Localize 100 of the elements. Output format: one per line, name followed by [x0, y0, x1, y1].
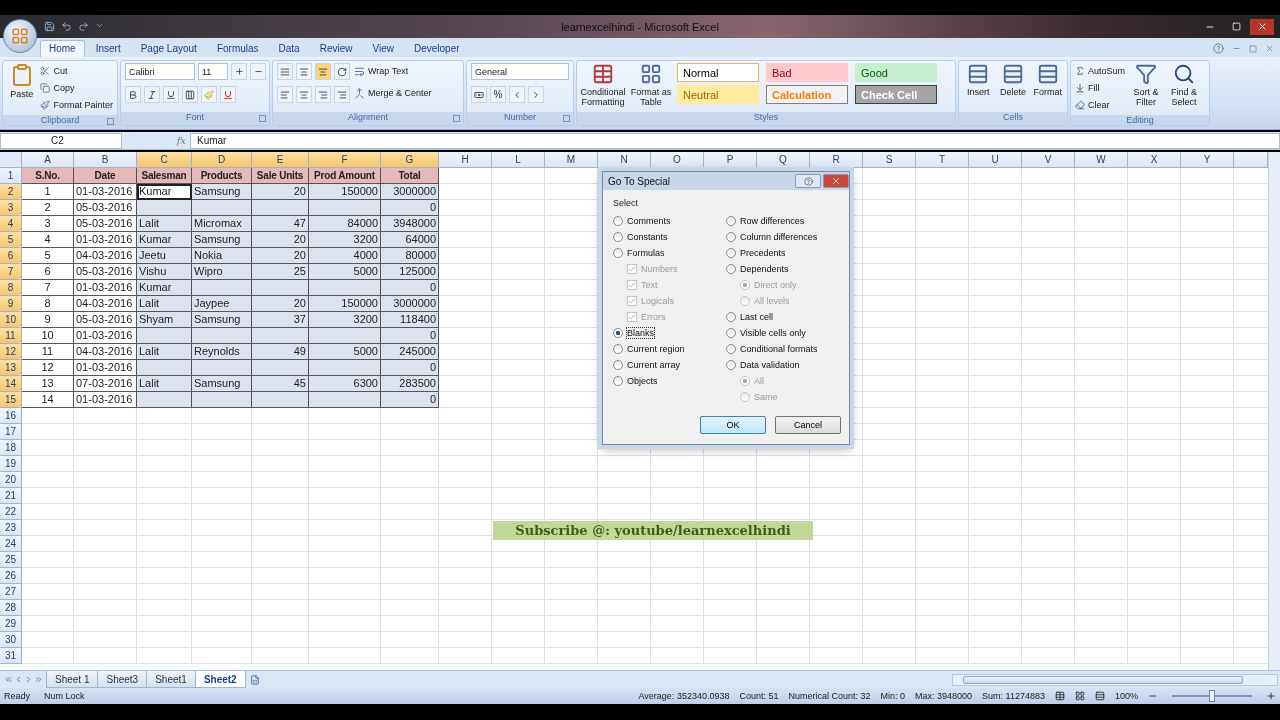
cell-style[interactable]: Bad: [766, 63, 848, 82]
row-header[interactable]: 18: [0, 440, 22, 456]
formula-field[interactable]: Kumar: [190, 132, 1280, 149]
row-header[interactable]: 3: [0, 200, 22, 216]
column-header[interactable]: C: [137, 152, 192, 168]
row-header[interactable]: 24: [0, 536, 22, 552]
column-header[interactable]: T: [916, 152, 969, 168]
dialog-launcher-icon[interactable]: [453, 115, 460, 122]
clipboard-button[interactable]: Cut: [53, 66, 68, 76]
row-header[interactable]: 6: [0, 248, 22, 264]
row-header[interactable]: 26: [0, 568, 22, 584]
cells-button[interactable]: Format: [1033, 87, 1062, 97]
number-format-field[interactable]: General: [471, 63, 569, 80]
search-icon[interactable]: [1173, 63, 1196, 85]
radio-button[interactable]: [726, 216, 736, 226]
column-header[interactable]: E: [252, 152, 309, 168]
help-icon[interactable]: [1213, 43, 1224, 54]
column-header[interactable]: [1234, 152, 1268, 168]
cell-style[interactable]: Neutral: [677, 85, 759, 104]
column-header[interactable]: U: [969, 152, 1022, 168]
last-sheet-icon[interactable]: [34, 675, 43, 684]
column-header[interactable]: Y: [1181, 152, 1234, 168]
customize-icon[interactable]: [95, 21, 104, 30]
column-header[interactable]: V: [1022, 152, 1075, 168]
insert-sheet-icon[interactable]: [249, 674, 260, 685]
row-header[interactable]: 16: [0, 408, 22, 424]
rows-icon[interactable]: [1002, 63, 1024, 85]
radio-button[interactable]: [726, 344, 736, 354]
italic-button[interactable]: [144, 86, 160, 103]
column-header[interactable]: B: [74, 152, 137, 168]
cells-button[interactable]: Insert: [967, 87, 990, 97]
column-header[interactable]: O: [651, 152, 704, 168]
column-header[interactable]: N: [598, 152, 651, 168]
fill-color-button[interactable]: [201, 86, 217, 103]
normal-view-icon[interactable]: [1054, 691, 1065, 701]
row-header[interactable]: 8: [0, 280, 22, 296]
currency-button[interactable]: [471, 86, 487, 103]
row-header[interactable]: 11: [0, 328, 22, 344]
row-header[interactable]: 25: [0, 552, 22, 568]
undo-icon[interactable]: [61, 21, 72, 32]
radio-button[interactable]: [726, 248, 736, 258]
style-button[interactable]: Format as Table: [629, 87, 673, 107]
row-header[interactable]: 14: [0, 376, 22, 392]
editing-button[interactable]: Clear: [1088, 100, 1110, 110]
radio-button[interactable]: [613, 376, 623, 386]
maximize-icon[interactable]: [1231, 22, 1241, 31]
ribbon-tab[interactable]: Page Layout: [131, 40, 206, 57]
radio-button[interactable]: [613, 328, 623, 338]
paste-button[interactable]: Paste: [7, 63, 37, 99]
horizontal-scrollbar[interactable]: [952, 673, 1278, 686]
sheet-tab[interactable]: Sheet1: [146, 671, 196, 688]
row-header[interactable]: 5: [0, 232, 22, 248]
cell-style[interactable]: Good: [855, 63, 937, 82]
editing-button[interactable]: Sort & Filter: [1129, 87, 1164, 107]
table-icon[interactable]: [592, 63, 614, 85]
ribbon-tab[interactable]: View: [363, 40, 403, 57]
ribbon-tab[interactable]: Review: [310, 40, 362, 57]
align-middle-button[interactable]: [296, 63, 312, 80]
close-icon[interactable]: [1265, 44, 1274, 53]
row-header[interactable]: 29: [0, 616, 22, 632]
eraser-icon[interactable]: [1075, 100, 1085, 110]
wrap-text-button[interactable]: Wrap Text: [368, 66, 409, 76]
rows-icon[interactable]: [967, 63, 990, 85]
arrow-down-icon[interactable]: [1075, 83, 1085, 93]
column-header[interactable]: F: [309, 152, 381, 168]
row-header[interactable]: 19: [0, 456, 22, 472]
cells-button[interactable]: Delete: [1000, 87, 1026, 97]
row-header[interactable]: 4: [0, 216, 22, 232]
column-header[interactable]: H: [439, 152, 492, 168]
borders-button[interactable]: [182, 86, 198, 103]
font-size-field[interactable]: 11: [198, 63, 228, 80]
column-header[interactable]: S: [863, 152, 916, 168]
ribbon-tab[interactable]: Formulas: [207, 40, 268, 57]
font-color-button[interactable]: [220, 86, 236, 103]
name-box[interactable]: C2: [0, 132, 122, 149]
column-header[interactable]: L: [492, 152, 545, 168]
select-all-corner[interactable]: [0, 152, 22, 168]
dialog-launcher-icon[interactable]: [563, 115, 570, 122]
grid-icon[interactable]: [640, 63, 662, 85]
scissors-icon[interactable]: [40, 66, 51, 76]
row-header[interactable]: 7: [0, 264, 22, 280]
rows-icon[interactable]: [1036, 63, 1059, 85]
radio-button[interactable]: [726, 232, 736, 242]
column-header[interactable]: X: [1128, 152, 1181, 168]
radio-button[interactable]: [613, 360, 623, 370]
underline-button[interactable]: [163, 86, 179, 103]
clipboard-button[interactable]: Copy: [53, 83, 75, 93]
column-header[interactable]: G: [381, 152, 439, 168]
row-header[interactable]: 31: [0, 648, 22, 664]
radio-button[interactable]: [613, 344, 623, 354]
close-button[interactable]: [1250, 18, 1274, 35]
row-header[interactable]: 12: [0, 344, 22, 360]
row-header[interactable]: 2: [0, 184, 22, 200]
style-button[interactable]: Conditional Formatting: [580, 87, 626, 107]
next-sheet-icon[interactable]: [24, 675, 33, 684]
vertical-scrollbar[interactable]: [1268, 152, 1280, 670]
first-sheet-icon[interactable]: [4, 675, 13, 684]
radio-button[interactable]: [726, 360, 736, 370]
brush-icon[interactable]: [40, 100, 51, 110]
sheet-tab[interactable]: Sheet 1: [46, 671, 99, 688]
